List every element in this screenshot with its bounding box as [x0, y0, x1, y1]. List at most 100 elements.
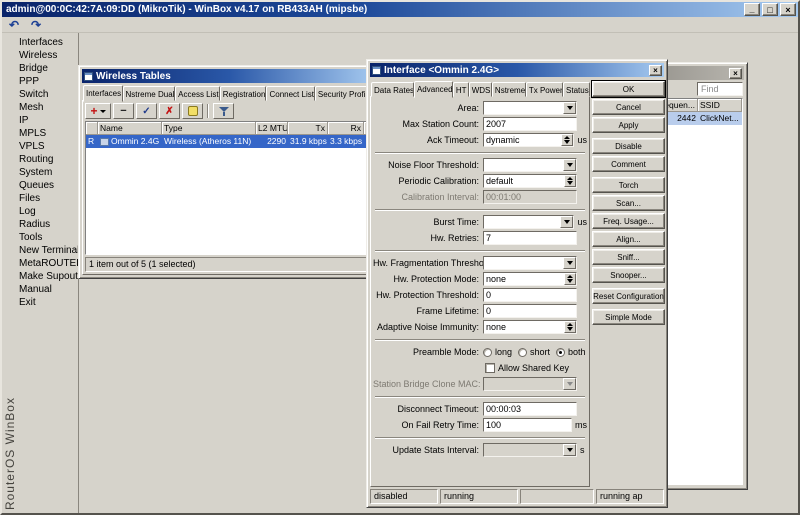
sidebar-item-interfaces[interactable]: Interfaces — [2, 36, 78, 49]
find-input[interactable]: Find — [697, 82, 743, 96]
maximize-button[interactable]: □ — [762, 3, 778, 16]
disable-button[interactable]: ✗ — [159, 103, 180, 119]
frame-lifetime-input[interactable]: 0 — [483, 304, 577, 318]
updown-icon[interactable] — [564, 273, 576, 285]
dropdown-arrow-icon[interactable] — [560, 216, 573, 228]
table-row[interactable]: R Ommin 2.4G Wireless (Atheros 11N) 2290… — [86, 135, 372, 148]
torch-button[interactable]: Torch — [592, 177, 665, 193]
reset-configuration-button[interactable]: Reset Configuration — [592, 288, 665, 304]
sidebar-item-queues[interactable]: Queues — [2, 179, 78, 192]
comment-button[interactable]: Comment — [592, 156, 665, 172]
remove-button[interactable]: − — [113, 103, 134, 119]
sidebar-item-files[interactable]: Files — [2, 192, 78, 205]
dropdown-arrow-icon[interactable] — [563, 102, 576, 114]
updown-icon[interactable] — [564, 321, 576, 333]
sidebar-item-switch[interactable]: Switch — [2, 88, 78, 101]
scan-button[interactable]: Scan... — [592, 195, 665, 211]
max-station-count-input[interactable]: 2007 — [483, 117, 577, 131]
on-fail-retry-time-input[interactable]: 100 — [483, 418, 572, 432]
undo-button[interactable]: ↶ — [4, 18, 24, 32]
ok-button[interactable]: OK — [592, 81, 665, 97]
column-tx[interactable]: Tx — [288, 122, 328, 135]
noise-floor-threshold-dropdown[interactable] — [483, 158, 577, 172]
add-button[interactable]: + — [85, 103, 111, 119]
filter-button[interactable] — [213, 103, 234, 119]
tab-nstreme[interactable]: Nstreme — [492, 82, 526, 97]
tab-wds[interactable]: WDS — [469, 82, 492, 97]
ack-timeout-combo[interactable]: dynamic — [483, 133, 574, 147]
sidebar-item-make-supout[interactable]: Make Supout.rif — [2, 270, 78, 283]
sidebar-item-bridge[interactable]: Bridge — [2, 62, 78, 75]
app-titlebar[interactable]: admin@00:0C:42:7A:09:DD (MikroTik) - Win… — [2, 2, 798, 17]
freq-usage-button[interactable]: Freq. Usage... — [592, 213, 665, 229]
hw-fragmentation-threshold-dropdown[interactable] — [483, 256, 577, 270]
allow-shared-key-checkbox[interactable]: Allow Shared Key — [485, 363, 569, 373]
column-l2mtu[interactable]: L2 MTU — [256, 122, 288, 135]
tab-interfaces[interactable]: Interfaces — [83, 85, 123, 102]
update-stats-interval-dropdown[interactable] — [483, 443, 577, 457]
sidebar-item-ip[interactable]: IP — [2, 114, 78, 127]
tab-registration[interactable]: Registration — [220, 86, 267, 101]
apply-button[interactable]: Apply — [592, 117, 665, 133]
tab-ht[interactable]: HT — [453, 82, 469, 97]
column-ssid[interactable]: SSID — [698, 99, 742, 112]
snooper-button[interactable]: Snooper... — [592, 267, 665, 283]
tab-access-list[interactable]: Access List — [175, 86, 220, 101]
disable-button[interactable]: Disable — [592, 138, 665, 154]
sidebar-item-exit[interactable]: Exit — [2, 296, 78, 309]
disconnect-timeout-input[interactable]: 00:00:03 — [483, 402, 577, 416]
dropdown-arrow-icon[interactable] — [563, 444, 576, 456]
column-type[interactable]: Type — [162, 122, 256, 135]
wireless-tables-titlebar[interactable]: Wireless Tables — [82, 69, 376, 83]
radio-short[interactable]: short — [518, 347, 550, 357]
sidebar-item-mpls[interactable]: MPLS — [2, 127, 78, 140]
column-flags[interactable] — [86, 122, 98, 135]
tab-connect-list[interactable]: Connect List — [266, 86, 314, 101]
updown-icon[interactable] — [561, 134, 573, 146]
sidebar-item-routing[interactable]: Routing — [2, 153, 78, 166]
sidebar-item-wireless[interactable]: Wireless — [2, 49, 78, 62]
column-rx[interactable]: Rx — [328, 122, 364, 135]
sidebar-item-tools[interactable]: Tools — [2, 231, 78, 244]
dialog-close-button[interactable]: × — [649, 65, 662, 76]
close-button[interactable]: × — [780, 3, 796, 16]
hw-protection-mode-combo[interactable]: none — [483, 272, 577, 286]
minimize-button[interactable]: _ — [744, 3, 760, 16]
comment-button[interactable] — [182, 103, 203, 119]
sidebar-item-mesh[interactable]: Mesh — [2, 101, 78, 114]
interface-dialog-titlebar[interactable]: Interface <Ommin 2.4G> × — [370, 63, 664, 77]
align-button[interactable]: Align... — [592, 231, 665, 247]
hw-retries-input[interactable]: 7 — [483, 231, 577, 245]
hw-protection-threshold-input[interactable]: 0 — [483, 288, 577, 302]
sidebar-item-system[interactable]: System — [2, 166, 78, 179]
tab-data-rates[interactable]: Data Rates — [371, 82, 414, 97]
sidebar-item-ppp[interactable]: PPP — [2, 75, 78, 88]
adaptive-noise-immunity-combo[interactable]: none — [483, 320, 577, 334]
sidebar-item-metarouter[interactable]: MetaROUTER — [2, 257, 78, 270]
dropdown-arrow-icon[interactable] — [563, 159, 576, 171]
periodic-calibration-combo[interactable]: default — [483, 174, 577, 188]
filter-funnel-icon — [219, 107, 229, 116]
tab-advanced[interactable]: Advanced — [414, 81, 453, 98]
simple-mode-button[interactable]: Simple Mode — [592, 309, 665, 325]
tab-nstreme-dual[interactable]: Nstreme Dual — [123, 86, 176, 101]
burst-time-dropdown[interactable] — [483, 215, 574, 229]
redo-button[interactable]: ↷ — [26, 18, 46, 32]
sidebar-item-log[interactable]: Log — [2, 205, 78, 218]
column-name[interactable]: Name — [98, 122, 162, 135]
radio-both[interactable]: both — [556, 347, 586, 357]
sniff-button[interactable]: Sniff... — [592, 249, 665, 265]
updown-icon[interactable] — [564, 175, 576, 187]
sidebar-item-manual[interactable]: Manual — [2, 283, 78, 296]
tab-tx-power[interactable]: Tx Power — [526, 82, 563, 97]
area-dropdown[interactable] — [483, 101, 577, 115]
scan-close-button[interactable]: × — [729, 68, 742, 79]
tab-status[interactable]: Status — [563, 82, 590, 97]
cancel-button[interactable]: Cancel — [592, 99, 665, 115]
radio-long[interactable]: long — [483, 347, 512, 357]
enable-button[interactable]: ✓ — [136, 103, 157, 119]
sidebar-item-vpls[interactable]: VPLS — [2, 140, 78, 153]
sidebar-item-radius[interactable]: Radius — [2, 218, 78, 231]
dropdown-arrow-icon[interactable] — [563, 257, 576, 269]
sidebar-item-new-terminal[interactable]: New Terminal — [2, 244, 78, 257]
